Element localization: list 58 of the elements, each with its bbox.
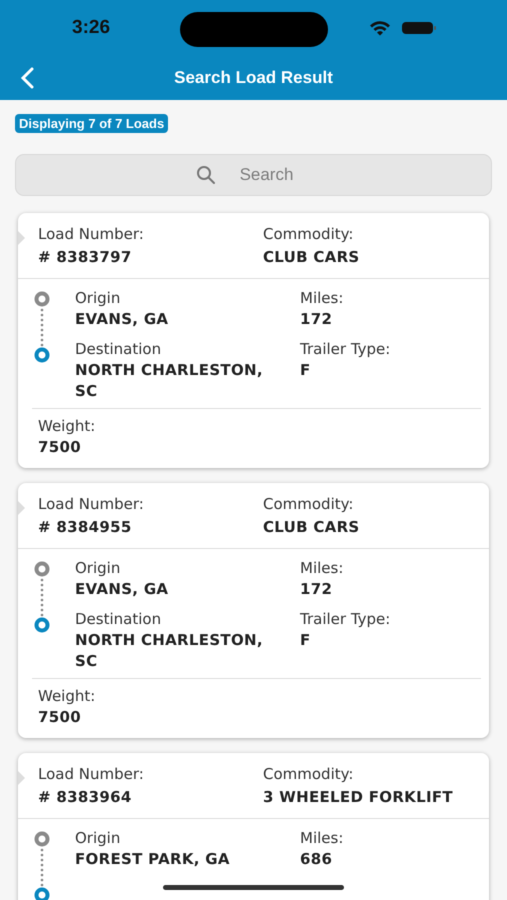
field-label: Trailer Type: <box>300 610 392 628</box>
destination-pin-icon <box>34 617 50 633</box>
search-icon <box>196 165 216 185</box>
field-label: Load Number: <box>38 225 145 243</box>
origin-value: FOREST PARK, GA <box>75 849 231 870</box>
commodity-value: 3 WHEELED FORKLIFT <box>263 787 454 808</box>
field-label: Destination <box>75 340 162 358</box>
origin-pin-icon <box>34 291 50 307</box>
origin-pin-icon <box>34 561 50 577</box>
load-number: # 8383964 <box>38 787 133 808</box>
field-label: Load Number: <box>38 495 145 513</box>
load-card[interactable]: Load Number: # 8383797 Commodity: CLUB CARS Origin EVANS, GA Destination NORTH CHARLESTON, SC Miles: 172 Trailer Type: F Weight: 7500 <box>18 213 489 468</box>
route-line-icon <box>40 307 44 347</box>
route-line-icon <box>40 847 44 887</box>
trailer-value: F <box>300 630 312 651</box>
weight-value: 7500 <box>38 437 82 458</box>
field-label: Origin <box>75 559 122 577</box>
commodity-value: CLUB CARS <box>263 247 361 268</box>
route-line-icon <box>40 577 44 617</box>
load-number: # 8383797 <box>38 247 133 268</box>
field-label: Trailer Type: <box>300 340 392 358</box>
field-label: Miles: <box>300 829 344 847</box>
miles-value: 172 <box>300 579 334 600</box>
load-card[interactable]: Load Number: # 8383964 Commodity: 3 WHEELED FORKLIFT Origin FOREST PARK, GA Miles: 686 <box>18 753 489 900</box>
pointer-icon <box>18 771 25 785</box>
search-field[interactable]: Search <box>15 154 492 196</box>
destination-pin-icon <box>34 347 50 363</box>
field-label: Miles: <box>300 559 344 577</box>
field-label: Load Number: <box>38 765 145 783</box>
load-card[interactable]: Load Number: # 8384955 Commodity: CLUB CARS Origin EVANS, GA Destination NORTH CHARLESTON, SC Miles: 172 Trailer Type: F Weight: 7500 <box>18 483 489 738</box>
wifi-icon <box>369 20 391 36</box>
load-number: # 8384955 <box>38 517 133 538</box>
miles-value: 686 <box>300 849 334 870</box>
field-label: Miles: <box>300 289 344 307</box>
origin-pin-icon <box>34 831 50 847</box>
destination-value: NORTH CHARLESTON, SC <box>75 630 264 672</box>
origin-value: EVANS, GA <box>75 309 170 330</box>
field-label: Origin <box>75 289 122 307</box>
trailer-value: F <box>300 360 312 381</box>
field-label: Commodity: <box>263 765 354 783</box>
weight-value: 7500 <box>38 707 82 728</box>
pointer-icon <box>18 501 25 515</box>
field-label: Destination <box>75 610 162 628</box>
field-label: Weight: <box>38 417 96 435</box>
destination-value: NORTH CHARLESTON, SC <box>75 360 264 402</box>
destination-pin-icon <box>34 887 50 900</box>
results-count-badge: Displaying 7 of 7 Loads <box>15 114 168 133</box>
pointer-icon <box>18 231 25 245</box>
field-label: Commodity: <box>263 495 354 513</box>
origin-value: EVANS, GA <box>75 579 170 600</box>
miles-value: 172 <box>300 309 334 330</box>
field-label: Origin <box>75 829 122 847</box>
status-time: 3:26 <box>72 17 110 39</box>
battery-icon <box>401 20 437 36</box>
field-label: Commodity: <box>263 225 354 243</box>
commodity-value: CLUB CARS <box>263 517 361 538</box>
field-label: Weight: <box>38 687 96 705</box>
page-title: Search Load Result <box>174 68 333 88</box>
